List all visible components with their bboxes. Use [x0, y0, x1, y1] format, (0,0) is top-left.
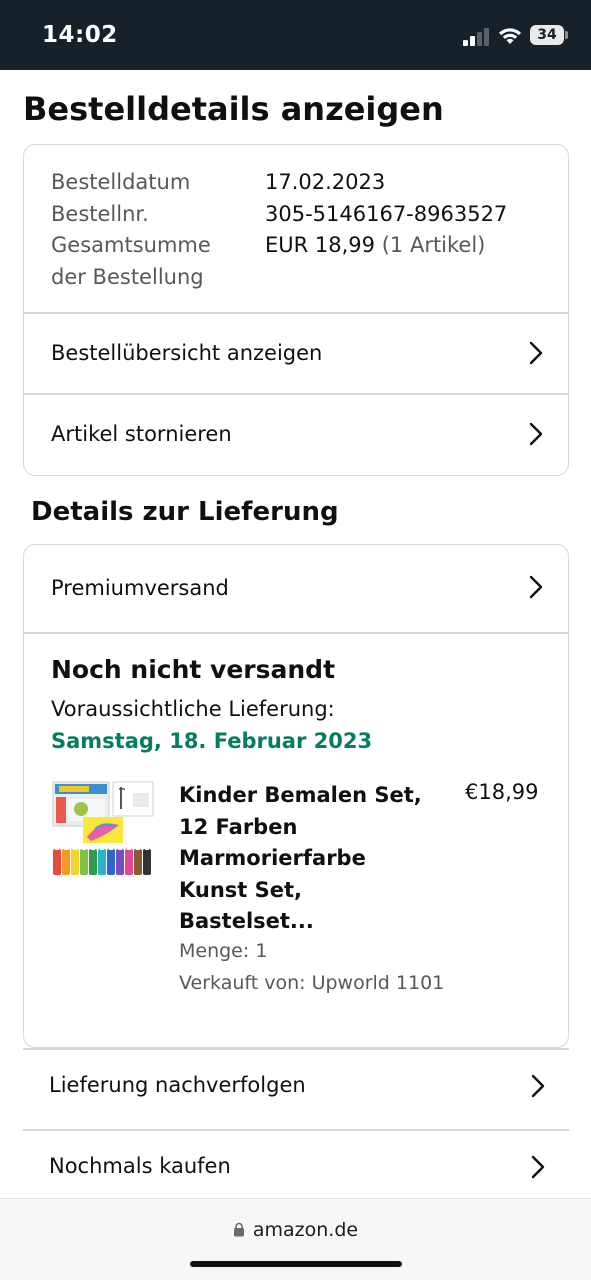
product-title-line: 12 Farben [179, 814, 298, 839]
order-total-value: EUR 18,99 (1 Artikel) [265, 230, 485, 293]
shipping-method-link[interactable]: Premiumversand [24, 545, 568, 631]
expected-delivery-label: Voraussichtliche Lieferung: [51, 697, 335, 721]
track-delivery-link[interactable]: Lieferung nachverfolgen [23, 1049, 569, 1129]
status-time: 14:02 [42, 22, 118, 48]
product-title-line: Kinder Bemalen Set, [179, 783, 422, 807]
chevron-right-icon [527, 421, 545, 447]
track-delivery-label: Lieferung nachverfolgen [49, 1073, 306, 1097]
chevron-right-icon [527, 340, 545, 366]
product-title-line: Marmorierfarbe [179, 846, 366, 870]
cancel-items-link-label: Artikel stornieren [51, 422, 232, 446]
product-title-line: Kunst Set, [179, 877, 303, 902]
product-quantity: Menge: 1 [179, 940, 268, 962]
chevron-right-icon [529, 1154, 547, 1180]
order-number-label: Bestellnr. [51, 201, 149, 226]
order-summary-link-label: Bestellübersicht anzeigen [51, 341, 323, 365]
page-title: Bestelldetails anzeigen [23, 90, 444, 128]
product-title-line: Bastelset... [179, 909, 314, 933]
delivery-card: Premiumversand Noch nicht versandt Vorau… [23, 544, 569, 1048]
order-number-value: 305-5146167-8963527 [265, 201, 508, 226]
battery-level: 34 [530, 25, 564, 45]
product-seller: Verkauft von: Upworld 1101 [179, 972, 445, 994]
order-total-label-line2: der Bestellung [51, 264, 204, 289]
url-display[interactable]: amazon.de [0, 1219, 591, 1241]
divider [24, 632, 568, 634]
chevron-right-icon [527, 574, 545, 600]
product-price: €18,99 [465, 780, 539, 804]
delivery-section-title: Details zur Lieferung [31, 497, 339, 527]
signal-icon [463, 28, 491, 46]
order-total-amount: EUR 18,99 [265, 233, 376, 257]
home-indicator[interactable] [190, 1261, 402, 1267]
shipment-status: Noch nicht versandt [51, 655, 336, 684]
order-meta: Bestelldatum 17.02.2023 Bestellnr. 305-5… [51, 167, 551, 293]
product-image[interactable] [51, 779, 155, 881]
order-total-label-line1: Gesamtsumme [51, 233, 211, 257]
order-total-items: (1 Artikel) [381, 233, 486, 257]
browser-url-bar[interactable]: amazon.de [0, 1198, 591, 1280]
status-bar: 14:02 34 [0, 0, 591, 70]
order-summary-card: Bestelldatum 17.02.2023 Bestellnr. 305-5… [23, 144, 569, 476]
url-text: amazon.de [252, 1219, 359, 1241]
chevron-right-icon [529, 1073, 547, 1099]
order-date-value: 17.02.2023 [265, 170, 386, 194]
product-title[interactable]: Kinder Bemalen Set, 12 Farben Marmorierf… [179, 780, 439, 938]
order-date-label: Bestelldatum [51, 170, 191, 194]
buy-again-label: Nochmals kaufen [49, 1154, 231, 1178]
order-summary-link[interactable]: Bestellübersicht anzeigen [24, 313, 568, 393]
battery-icon: 34 [530, 25, 568, 45]
order-total-label: Gesamtsumme der Bestellung [51, 230, 265, 293]
lock-icon [233, 1220, 245, 1237]
shipping-method-label: Premiumversand [51, 576, 229, 600]
expected-delivery-date: Samstag, 18. Februar 2023 [51, 729, 373, 753]
wifi-icon [497, 24, 523, 46]
cancel-items-link[interactable]: Artikel stornieren [24, 394, 568, 474]
